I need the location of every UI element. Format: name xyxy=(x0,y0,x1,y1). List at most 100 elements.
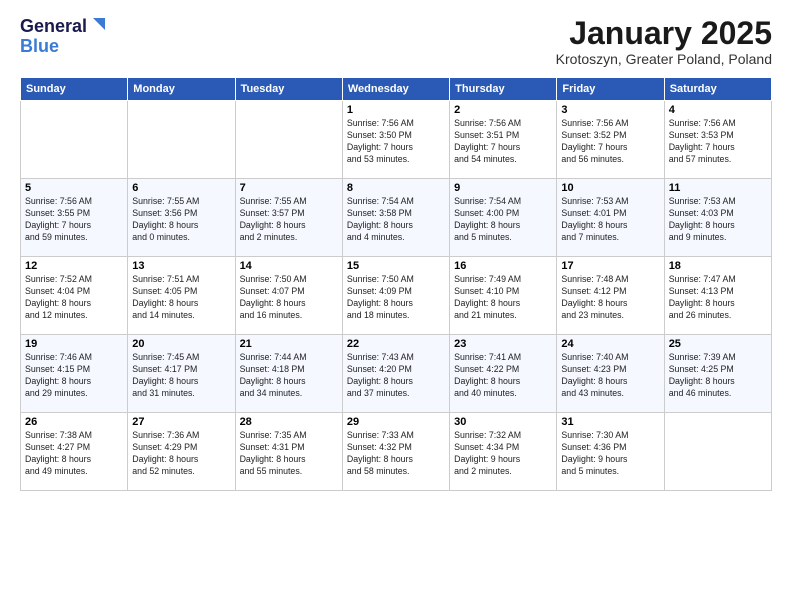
calendar-cell xyxy=(21,101,128,179)
day-info: Sunrise: 7:56 AM Sunset: 3:52 PM Dayligh… xyxy=(561,118,659,166)
calendar-cell: 25 Sunrise: 7:39 AM Sunset: 4:25 PM Dayli… xyxy=(664,335,771,413)
day-number: 7 xyxy=(240,182,338,194)
day-info: Sunrise: 7:52 AM Sunset: 4:04 PM Dayligh… xyxy=(25,274,123,322)
calendar-cell: 28Sunrise: 7:35 AM Sunset: 4:31 PM Dayli… xyxy=(235,413,342,491)
col-sunday: Sunday xyxy=(21,78,128,101)
day-info: Sunrise: 7:50 AM Sunset: 4:09 PM Dayligh… xyxy=(347,274,445,322)
day-info: Sunrise: 7:53 AM Sunset: 4:03 PM Dayligh… xyxy=(669,196,767,244)
day-info: Sunrise: 7:51 AM Sunset: 4:05 PM Dayligh… xyxy=(132,274,230,322)
day-number: 6 xyxy=(132,182,230,194)
day-number: 14 xyxy=(240,260,338,272)
day-info: Sunrise: 7:48 AM Sunset: 4:12 PM Dayligh… xyxy=(561,274,659,322)
day-number: 17 xyxy=(561,260,659,272)
calendar-cell: 8Sunrise: 7:54 AM Sunset: 3:58 PM Daylig… xyxy=(342,179,449,257)
calendar-week-4: 19 Sunrise: 7:46 AM Sunset: 4:15 PM Dayli… xyxy=(21,335,772,413)
calendar-cell: 14Sunrise: 7:50 AM Sunset: 4:07 PM Dayli… xyxy=(235,257,342,335)
day-info: Sunrise: 7:36 AM Sunset: 4:29 PM Dayligh… xyxy=(132,430,230,478)
day-number: 10 xyxy=(561,182,659,194)
calendar-cell: 1 Sunrise: 7:56 AM Sunset: 3:50 PM Daylig… xyxy=(342,101,449,179)
day-info: Sunrise: 7:56 AM Sunset: 3:50 PM Dayligh… xyxy=(347,118,445,166)
calendar-cell: 10Sunrise: 7:53 AM Sunset: 4:01 PM Dayli… xyxy=(557,179,664,257)
col-friday: Friday xyxy=(557,78,664,101)
col-monday: Monday xyxy=(128,78,235,101)
day-number: 21 xyxy=(240,338,338,350)
day-number: 13 xyxy=(132,260,230,272)
calendar-table: Sunday Monday Tuesday Wednesday Thursday… xyxy=(20,77,772,491)
day-number: 3 xyxy=(561,104,659,116)
calendar-cell xyxy=(128,101,235,179)
col-thursday: Thursday xyxy=(450,78,557,101)
calendar-cell xyxy=(235,101,342,179)
day-number: 5 xyxy=(25,182,123,194)
calendar-cell: 3 Sunrise: 7:56 AM Sunset: 3:52 PM Daylig… xyxy=(557,101,664,179)
day-info: Sunrise: 7:45 AM Sunset: 4:17 PM Dayligh… xyxy=(132,352,230,400)
calendar-header-row: Sunday Monday Tuesday Wednesday Thursday… xyxy=(21,78,772,101)
calendar-cell: 20Sunrise: 7:45 AM Sunset: 4:17 PM Dayli… xyxy=(128,335,235,413)
calendar-cell: 11 Sunrise: 7:53 AM Sunset: 4:03 PM Dayli… xyxy=(664,179,771,257)
day-info: Sunrise: 7:46 AM Sunset: 4:15 PM Dayligh… xyxy=(25,352,123,400)
day-number: 11 xyxy=(669,182,767,194)
day-info: Sunrise: 7:32 AM Sunset: 4:34 PM Dayligh… xyxy=(454,430,552,478)
day-number: 9 xyxy=(454,182,552,194)
header: General Blue January 2025 Krotoszyn, Gre… xyxy=(20,16,772,67)
day-number: 25 xyxy=(669,338,767,350)
calendar-week-3: 12 Sunrise: 7:52 AM Sunset: 4:04 PM Dayli… xyxy=(21,257,772,335)
day-number: 16 xyxy=(454,260,552,272)
day-number: 4 xyxy=(669,104,767,116)
day-number: 29 xyxy=(347,416,445,428)
day-number: 12 xyxy=(25,260,123,272)
calendar-cell: 6 Sunrise: 7:55 AM Sunset: 3:56 PM Daylig… xyxy=(128,179,235,257)
calendar-cell: 7 Sunrise: 7:55 AM Sunset: 3:57 PM Daylig… xyxy=(235,179,342,257)
day-info: Sunrise: 7:54 AM Sunset: 3:58 PM Dayligh… xyxy=(347,196,445,244)
day-number: 22 xyxy=(347,338,445,350)
day-number: 19 xyxy=(25,338,123,350)
day-info: Sunrise: 7:38 AM Sunset: 4:27 PM Dayligh… xyxy=(25,430,123,478)
day-number: 18 xyxy=(669,260,767,272)
col-tuesday: Tuesday xyxy=(235,78,342,101)
calendar-cell: 12 Sunrise: 7:52 AM Sunset: 4:04 PM Dayli… xyxy=(21,257,128,335)
calendar-week-5: 26 Sunrise: 7:38 AM Sunset: 4:27 PM Dayli… xyxy=(21,413,772,491)
page: General Blue January 2025 Krotoszyn, Gre… xyxy=(0,0,792,501)
calendar-cell: 31 Sunrise: 7:30 AM Sunset: 4:36 PM Dayli… xyxy=(557,413,664,491)
day-info: Sunrise: 7:40 AM Sunset: 4:23 PM Dayligh… xyxy=(561,352,659,400)
calendar-cell: 16Sunrise: 7:49 AM Sunset: 4:10 PM Dayli… xyxy=(450,257,557,335)
calendar-cell xyxy=(664,413,771,491)
calendar-cell: 17 Sunrise: 7:48 AM Sunset: 4:12 PM Dayli… xyxy=(557,257,664,335)
day-number: 26 xyxy=(25,416,123,428)
day-number: 30 xyxy=(454,416,552,428)
day-number: 15 xyxy=(347,260,445,272)
day-number: 23 xyxy=(454,338,552,350)
calendar-cell: 15 Sunrise: 7:50 AM Sunset: 4:09 PM Dayli… xyxy=(342,257,449,335)
col-saturday: Saturday xyxy=(664,78,771,101)
calendar-cell: 5 Sunrise: 7:56 AM Sunset: 3:55 PM Daylig… xyxy=(21,179,128,257)
calendar-cell: 2Sunrise: 7:56 AM Sunset: 3:51 PM Daylig… xyxy=(450,101,557,179)
title-area: January 2025 Krotoszyn, Greater Poland, … xyxy=(556,16,772,67)
day-info: Sunrise: 7:56 AM Sunset: 3:51 PM Dayligh… xyxy=(454,118,552,166)
calendar-cell: 27 Sunrise: 7:36 AM Sunset: 4:29 PM Dayli… xyxy=(128,413,235,491)
day-info: Sunrise: 7:39 AM Sunset: 4:25 PM Dayligh… xyxy=(669,352,767,400)
calendar-cell: 22 Sunrise: 7:43 AM Sunset: 4:20 PM Dayli… xyxy=(342,335,449,413)
day-info: Sunrise: 7:33 AM Sunset: 4:32 PM Dayligh… xyxy=(347,430,445,478)
day-info: Sunrise: 7:43 AM Sunset: 4:20 PM Dayligh… xyxy=(347,352,445,400)
day-info: Sunrise: 7:55 AM Sunset: 3:57 PM Dayligh… xyxy=(240,196,338,244)
calendar-week-2: 5 Sunrise: 7:56 AM Sunset: 3:55 PM Daylig… xyxy=(21,179,772,257)
day-info: Sunrise: 7:56 AM Sunset: 3:55 PM Dayligh… xyxy=(25,196,123,244)
day-number: 28 xyxy=(240,416,338,428)
day-info: Sunrise: 7:30 AM Sunset: 4:36 PM Dayligh… xyxy=(561,430,659,478)
calendar-cell: 21Sunrise: 7:44 AM Sunset: 4:18 PM Dayli… xyxy=(235,335,342,413)
day-number: 27 xyxy=(132,416,230,428)
logo: General Blue xyxy=(20,16,105,57)
day-info: Sunrise: 7:41 AM Sunset: 4:22 PM Dayligh… xyxy=(454,352,552,400)
day-info: Sunrise: 7:55 AM Sunset: 3:56 PM Dayligh… xyxy=(132,196,230,244)
day-number: 1 xyxy=(347,104,445,116)
calendar-week-1: 1 Sunrise: 7:56 AM Sunset: 3:50 PM Daylig… xyxy=(21,101,772,179)
day-info: Sunrise: 7:47 AM Sunset: 4:13 PM Dayligh… xyxy=(669,274,767,322)
calendar-cell: 18 Sunrise: 7:47 AM Sunset: 4:13 PM Dayli… xyxy=(664,257,771,335)
day-info: Sunrise: 7:56 AM Sunset: 3:53 PM Dayligh… xyxy=(669,118,767,166)
calendar-cell: 9Sunrise: 7:54 AM Sunset: 4:00 PM Daylig… xyxy=(450,179,557,257)
day-number: 31 xyxy=(561,416,659,428)
calendar-cell: 26 Sunrise: 7:38 AM Sunset: 4:27 PM Dayli… xyxy=(21,413,128,491)
logo-triangle-icon xyxy=(89,16,105,32)
calendar-cell: 4 Sunrise: 7:56 AM Sunset: 3:53 PM Daylig… xyxy=(664,101,771,179)
day-number: 24 xyxy=(561,338,659,350)
